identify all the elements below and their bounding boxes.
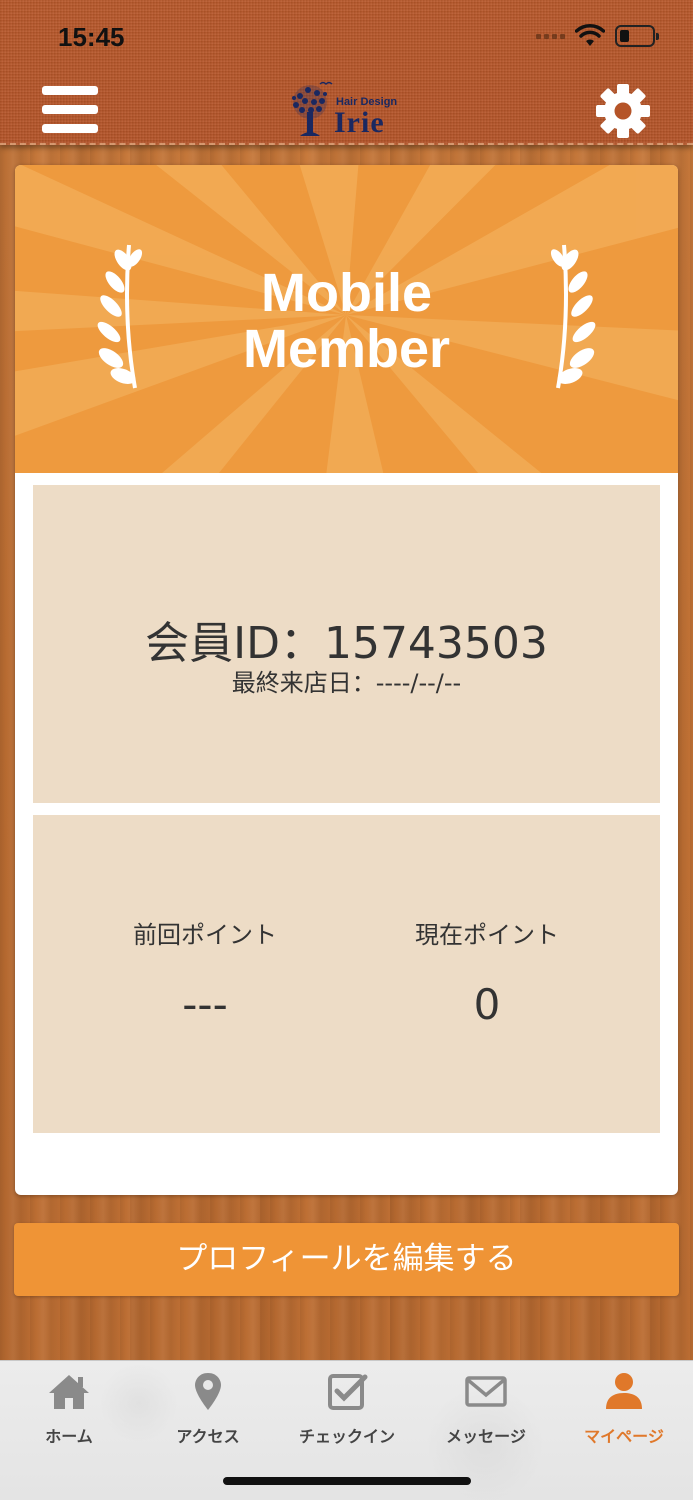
envelope-icon (465, 1376, 507, 1407)
tab-message[interactable]: メッセージ (417, 1371, 555, 1451)
member-id: 会員ID：15743503 (145, 618, 548, 669)
previous-points-value: --- (182, 980, 228, 1029)
member-id-panel: 会員ID：15743503 最終来店日：----/--/-- (33, 485, 660, 803)
tab-home[interactable]: ホーム (0, 1371, 138, 1451)
tab-access[interactable]: アクセス (139, 1371, 277, 1451)
tab-checkin[interactable]: チェックイン (278, 1371, 416, 1451)
gear-icon[interactable] (594, 82, 652, 140)
home-icon (49, 1375, 89, 1409)
checkin-icon (328, 1374, 368, 1410)
current-points-value: 0 (473, 980, 501, 1029)
edit-profile-button[interactable]: プロフィールを編集する (14, 1223, 679, 1296)
signal-icon (536, 33, 565, 39)
previous-points: 前回ポイント --- (75, 915, 335, 1029)
tab-message-label: メッセージ (446, 1427, 526, 1446)
wifi-icon (575, 24, 605, 46)
hamburger-icon (42, 86, 98, 95)
points-panel: 前回ポイント --- 現在ポイント 0 (33, 815, 660, 1133)
member-card: Mobile Member 会員ID：15743503 最終来店日：----/-… (15, 165, 678, 1195)
banner-line-2: Member (242, 319, 451, 379)
banner-line-1: Mobile (261, 263, 432, 323)
tab-access-label: アクセス (176, 1427, 240, 1446)
last-visit-date: 最終来店日：----/--/-- (231, 669, 462, 697)
logo: Hair Design Irie (286, 80, 416, 142)
current-points: 現在ポイント 0 (357, 915, 617, 1029)
tab-home-label: ホーム (45, 1427, 93, 1446)
logo-title: Irie (334, 106, 385, 139)
banner-title: Mobile Member (15, 265, 678, 377)
app-header: 15:45 Hair Design Irie (0, 0, 693, 145)
tab-checkin-label: チェックイン (298, 1427, 395, 1446)
battery-icon (615, 25, 659, 47)
current-points-label: 現在ポイント (415, 921, 559, 949)
user-icon (606, 1373, 642, 1409)
previous-points-label: 前回ポイント (133, 921, 277, 949)
tree-logo-icon (292, 81, 333, 136)
tab-mypage-label: マイページ (584, 1427, 664, 1446)
mobile-member-banner: Mobile Member (15, 165, 678, 473)
map-pin-icon (195, 1373, 221, 1410)
menu-button[interactable] (42, 86, 98, 134)
tab-mypage[interactable]: マイページ (555, 1371, 693, 1451)
status-time: 15:45 (58, 22, 125, 52)
home-indicator[interactable] (223, 1477, 471, 1485)
status-icons (536, 24, 659, 48)
